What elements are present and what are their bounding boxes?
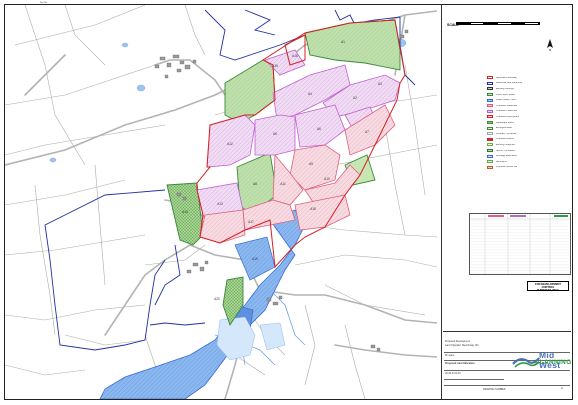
legend-label: Public open space bbox=[496, 93, 515, 96]
legend-label: Proposed access bbox=[496, 138, 514, 141]
parcel-label-a7: A7 bbox=[365, 130, 369, 134]
legend-swatch bbox=[487, 121, 493, 125]
legend-label: Ecological area bbox=[496, 127, 512, 130]
legend-label: Water bodies / flood bbox=[496, 99, 517, 102]
legend-label: Proposed school site bbox=[496, 166, 518, 169]
client-name: M Loane bbox=[445, 354, 455, 357]
sheet-id: A bbox=[561, 386, 564, 390]
site-map: A1 A2 A3 A4 A5 A6 A7 A8 A9 A10 A11 A12 A… bbox=[5, 5, 437, 399]
legend-swatch bbox=[487, 109, 493, 113]
parcel-label-a17: A17 bbox=[248, 220, 254, 224]
legend-swatch bbox=[487, 115, 493, 119]
legend-swatch bbox=[487, 81, 493, 85]
parcel-label-a20: A20 bbox=[214, 297, 220, 301]
north-arrow-icon: N bbox=[547, 39, 553, 51]
legend-item: Proposed school site bbox=[487, 165, 569, 171]
drawing-number: 20-20-P-01-03 bbox=[445, 372, 461, 375]
parcel-label-a12: A12 bbox=[227, 142, 233, 146]
legend-swatch bbox=[487, 76, 493, 80]
legend-label: Landscape buffer bbox=[496, 121, 514, 124]
drawing-info-panel: SCALE N Application boundary Additional l… bbox=[441, 5, 572, 399]
legend-label: Proposed residential bbox=[496, 104, 517, 107]
legend-label: Existing hedgerow bbox=[496, 143, 515, 146]
legend-swatch bbox=[487, 104, 493, 108]
parcel-label-a6: A6 bbox=[317, 127, 321, 131]
parcel-label-a3: A3 bbox=[378, 82, 382, 86]
legend-label: Sports / recreation bbox=[496, 149, 515, 152]
legend-swatch bbox=[487, 165, 493, 169]
legend-swatch bbox=[487, 160, 493, 164]
legend-label: Application boundary bbox=[496, 76, 518, 79]
parcel-label-a10: A10 bbox=[324, 177, 330, 181]
footer-label: DRAWING NUMBER bbox=[483, 388, 506, 391]
legend-swatch bbox=[487, 132, 493, 136]
legend-label: Footpath / cycleway bbox=[496, 132, 517, 135]
project-title: Proposed Development bbox=[445, 340, 470, 343]
legend-swatch bbox=[487, 98, 493, 102]
parcel-label-a4: A4 bbox=[308, 92, 312, 96]
land-schedule-table bbox=[469, 213, 572, 276]
legend-swatch bbox=[487, 149, 493, 153]
legend-swatch bbox=[487, 87, 493, 91]
development-control-note: FOR DEVELOPMENT CONTROL PURPOSES ONLY bbox=[527, 281, 569, 292]
project-subtitle: Land Opposite: Sketchmap 123 bbox=[445, 344, 479, 347]
parcel-label-a9: A9 bbox=[309, 162, 313, 166]
scale-bar bbox=[456, 22, 540, 25]
legend-label: Additional land ownership bbox=[496, 82, 523, 85]
legend-swatch bbox=[487, 93, 493, 97]
parcel-label-a14: A14 bbox=[182, 210, 188, 214]
parcel-label-a13: A13 bbox=[217, 202, 223, 206]
logo-text-planning: PLANNING bbox=[535, 359, 572, 366]
legend-label: Drainage attenuation bbox=[496, 155, 518, 158]
legend-swatch bbox=[487, 126, 493, 130]
legend-swatch bbox=[487, 143, 493, 147]
parcel-label-a19: A19 bbox=[252, 257, 258, 261]
legend-label: Proposed mixed use bbox=[496, 110, 517, 113]
company-logo: Mid West PLANNING bbox=[512, 350, 572, 374]
parcel-label-a2: A2 bbox=[353, 96, 357, 100]
parcel-label-a15: A15 bbox=[272, 64, 278, 68]
parcel-label-a16: A16 bbox=[292, 54, 298, 58]
parcel-label-a1: A1 bbox=[341, 40, 345, 44]
legend-swatch bbox=[487, 137, 493, 141]
parcel-label-a18: A18 bbox=[310, 207, 316, 211]
parcel-label-a11: A11 bbox=[280, 182, 286, 186]
legend-label: Existing buildings bbox=[496, 87, 514, 90]
drawing-title: Proposed Land Allocation bbox=[445, 362, 475, 365]
parcel-label-a5: A5 bbox=[273, 132, 277, 136]
map-legend: Application boundary Additional land owne… bbox=[487, 75, 569, 170]
legend-swatch bbox=[487, 154, 493, 158]
planning-drawing-sheet: Plan Ref: A1 A2 A3 A4 A5 A6 A7 A8 A9 A10… bbox=[0, 0, 578, 405]
svg-text:N: N bbox=[549, 48, 551, 51]
legend-label: Proposed employment bbox=[496, 115, 519, 118]
parcel-label-a8: A8 bbox=[253, 182, 257, 186]
legend-label: Allotments bbox=[496, 160, 507, 163]
